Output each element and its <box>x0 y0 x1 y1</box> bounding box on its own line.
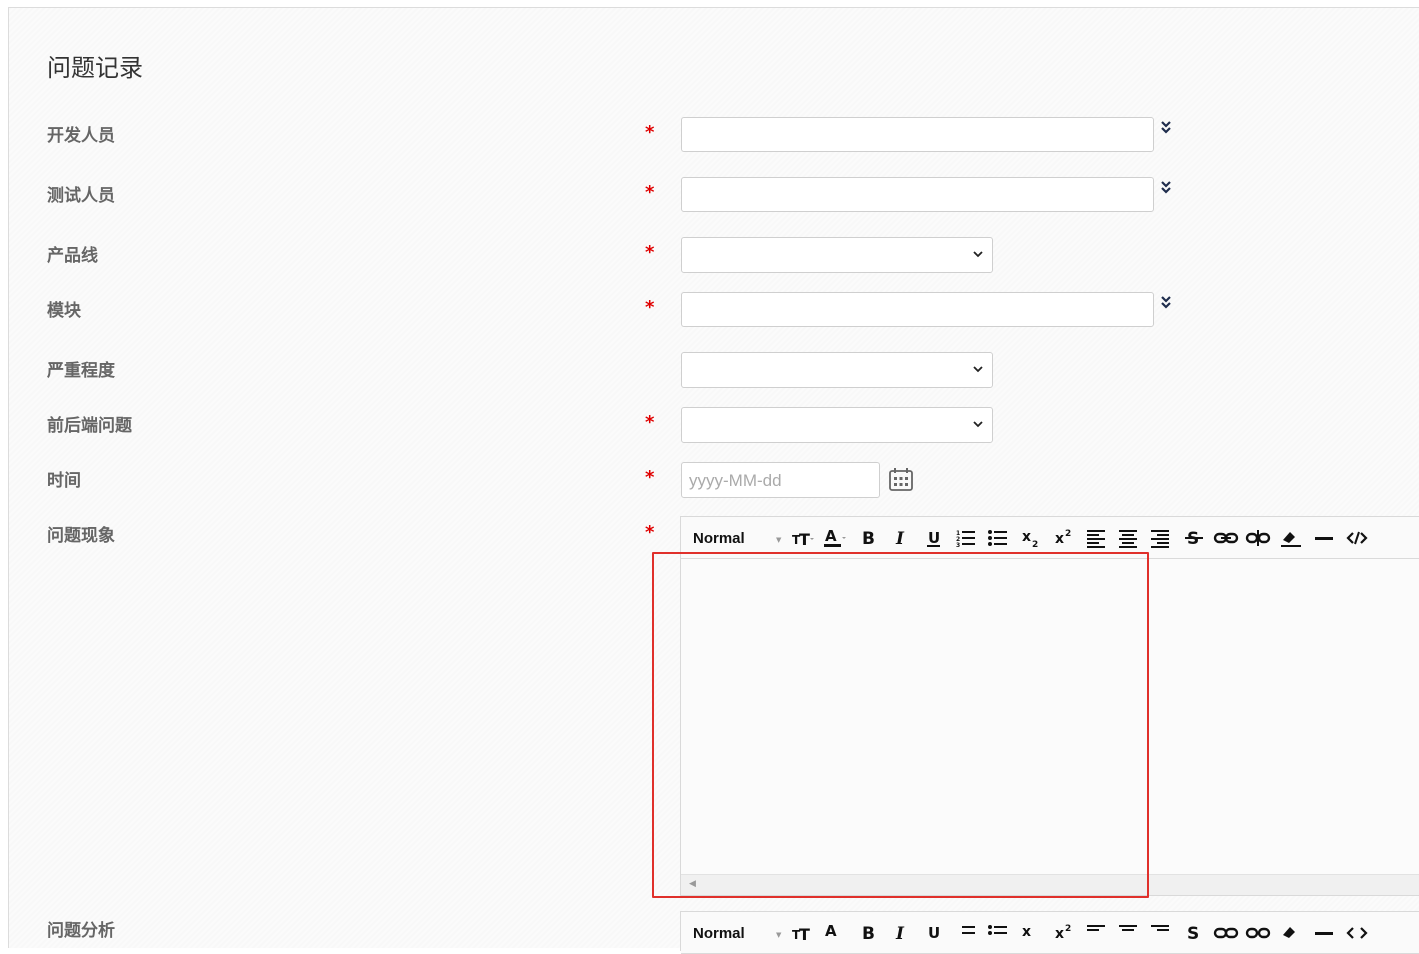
align-center-icon[interactable] <box>1117 527 1139 549</box>
link-icon[interactable] <box>1213 922 1239 944</box>
developer-expand-icon[interactable] <box>1159 119 1173 135</box>
phenomenon-label: 问题现象 <box>47 526 115 546</box>
time-label: 时间 <box>47 471 81 491</box>
svg-text:B: B <box>862 529 875 548</box>
product-line-select[interactable] <box>681 237 993 273</box>
horizontal-scrollbar[interactable]: ◀ <box>681 874 1419 895</box>
code-view-icon[interactable] <box>1345 527 1369 549</box>
font-size-icon[interactable]: TT <box>791 527 817 549</box>
format-select[interactable]: Normal <box>693 530 745 547</box>
frontend-backend-label: 前后端问题 <box>47 416 132 436</box>
caret-down-icon: ▼ <box>776 536 782 544</box>
analysis-label: 问题分析 <box>47 921 115 941</box>
italic-icon[interactable]: I <box>891 922 911 944</box>
svg-text:I: I <box>895 924 905 943</box>
calendar-icon[interactable] <box>887 466 915 494</box>
svg-text:x: x <box>1022 924 1031 940</box>
time-required-mark: * <box>645 467 655 488</box>
ordered-list-icon[interactable]: 123 <box>955 527 977 549</box>
ordered-list-icon[interactable] <box>955 922 977 944</box>
frontend-backend-required-mark: * <box>645 412 655 433</box>
tester-label: 测试人员 <box>47 186 115 206</box>
scroll-left-icon[interactable]: ◀ <box>689 879 696 889</box>
product-line-required-mark: * <box>645 242 655 263</box>
align-right-icon[interactable] <box>1149 922 1171 944</box>
module-required-mark: * <box>645 297 655 318</box>
font-color-icon[interactable]: A <box>823 922 849 944</box>
bold-icon[interactable]: B <box>858 527 878 549</box>
chevron-down-icon <box>973 366 983 373</box>
svg-text:A: A <box>825 922 837 940</box>
underline-icon[interactable]: U <box>924 922 944 944</box>
svg-text:U: U <box>928 529 940 547</box>
module-input[interactable] <box>681 292 1154 327</box>
align-right-icon[interactable] <box>1149 527 1171 549</box>
clear-format-icon[interactable] <box>1279 922 1303 944</box>
horizontal-rule-icon[interactable] <box>1313 527 1335 549</box>
phenomenon-editor: Normal ▼ TT A B I U 123 x2 x2 S ◀ <box>680 516 1419 896</box>
align-left-icon[interactable] <box>1085 527 1107 549</box>
svg-text:S: S <box>1187 924 1199 943</box>
svg-text:I: I <box>895 529 905 548</box>
bold-icon[interactable]: B <box>858 922 878 944</box>
svg-text:3: 3 <box>956 542 960 548</box>
svg-text:x: x <box>1055 531 1064 547</box>
frontend-backend-select[interactable] <box>681 407 993 443</box>
phenomenon-required-mark: * <box>645 522 655 543</box>
svg-text:B: B <box>862 924 875 943</box>
tester-required-mark: * <box>645 182 655 203</box>
link-icon[interactable] <box>1213 527 1239 549</box>
svg-text:2: 2 <box>1065 924 1071 934</box>
superscript-icon[interactable]: x2 <box>1054 527 1076 549</box>
format-select[interactable]: Normal <box>693 925 745 942</box>
subscript-icon[interactable]: x2 <box>1021 527 1043 549</box>
editor-toolbar: Normal ▼ TT A B I U x x2 S <box>681 912 1419 954</box>
unordered-list-icon[interactable] <box>987 922 1009 944</box>
svg-text:x: x <box>1055 926 1064 942</box>
align-center-icon[interactable] <box>1117 922 1139 944</box>
code-view-icon[interactable] <box>1345 922 1369 944</box>
module-label: 模块 <box>47 301 81 321</box>
superscript-icon[interactable]: x2 <box>1054 922 1076 944</box>
font-color-icon[interactable]: A <box>823 527 849 549</box>
module-expand-icon[interactable] <box>1159 294 1173 310</box>
align-left-icon[interactable] <box>1085 922 1107 944</box>
underline-icon[interactable]: U <box>924 527 944 549</box>
page-title: 问题记录 <box>47 54 143 82</box>
font-size-icon[interactable]: TT <box>791 922 817 944</box>
horizontal-rule-icon[interactable] <box>1313 922 1335 944</box>
subscript-icon[interactable]: x <box>1021 922 1043 944</box>
date-input[interactable]: yyyy-MM-dd <box>681 462 880 498</box>
svg-text:x: x <box>1022 529 1031 545</box>
developer-label: 开发人员 <box>47 126 115 146</box>
tester-expand-icon[interactable] <box>1159 179 1173 195</box>
svg-text:U: U <box>928 924 940 942</box>
tester-input[interactable] <box>681 177 1154 212</box>
chevron-down-icon <box>973 421 983 428</box>
svg-text:T: T <box>799 530 810 548</box>
svg-text:T: T <box>799 925 810 943</box>
unlink-icon[interactable] <box>1245 527 1271 549</box>
developer-input[interactable] <box>681 117 1154 152</box>
severity-select[interactable] <box>681 352 993 388</box>
severity-label: 严重程度 <box>47 361 115 381</box>
editor-content-area[interactable] <box>681 559 1419 875</box>
product-line-label: 产品线 <box>47 246 98 266</box>
unordered-list-icon[interactable] <box>987 527 1009 549</box>
analysis-editor: Normal ▼ TT A B I U x x2 S <box>680 911 1419 954</box>
developer-required-mark: * <box>645 122 655 143</box>
svg-text:A: A <box>825 527 837 545</box>
italic-icon[interactable]: I <box>891 527 911 549</box>
clear-format-icon[interactable] <box>1279 527 1303 549</box>
chevron-down-icon <box>973 251 983 258</box>
unlink-icon[interactable] <box>1245 922 1271 944</box>
strikethrough-icon[interactable]: S <box>1183 527 1205 549</box>
editor-toolbar: Normal ▼ TT A B I U 123 x2 x2 S <box>681 517 1419 559</box>
svg-text:2: 2 <box>1032 540 1038 549</box>
caret-down-icon: ▼ <box>776 931 782 939</box>
svg-text:2: 2 <box>1065 529 1071 539</box>
strikethrough-icon[interactable]: S <box>1183 922 1205 944</box>
